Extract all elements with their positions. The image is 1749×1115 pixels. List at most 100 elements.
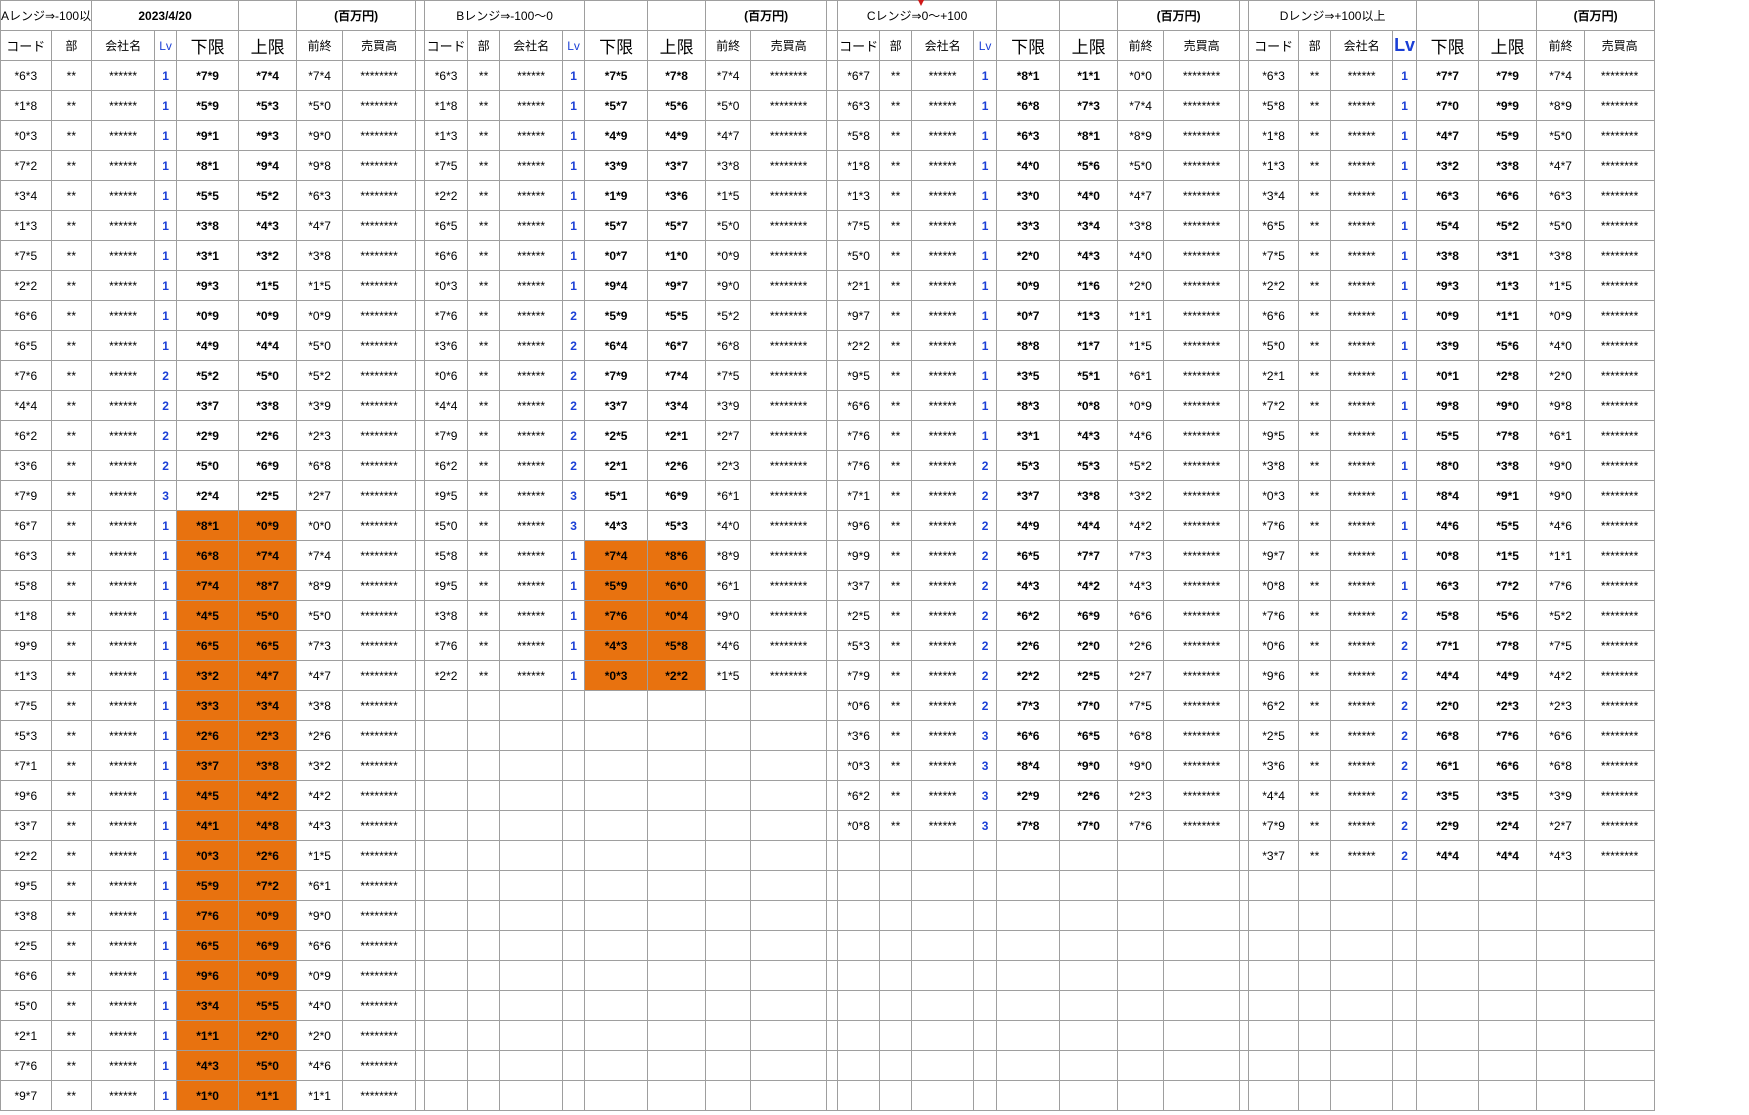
cell-volume[interactable]: ******** [342, 870, 417, 901]
cell-bu[interactable]: ** [467, 300, 501, 331]
cell-bu[interactable]: ** [50, 810, 93, 841]
cell-code[interactable]: *6*3 [0, 540, 52, 571]
cell-name[interactable]: ****** [499, 90, 564, 121]
cell-name[interactable]: ****** [499, 270, 564, 301]
cell-volume[interactable]: ******** [750, 510, 828, 541]
cell-lower[interactable]: *8*0 [1416, 450, 1480, 481]
cell-upper[interactable]: *8*6 [647, 540, 707, 571]
cell-lv[interactable]: 3 [973, 750, 998, 781]
cell-name[interactable]: ****** [91, 420, 156, 451]
cell-prev[interactable]: *1*5 [1536, 270, 1586, 301]
cell-upper[interactable]: *7*8 [1478, 420, 1538, 451]
cell-bu[interactable]: ** [879, 360, 913, 391]
cell-lv[interactable]: 2 [973, 660, 998, 691]
cell-lower[interactable]: *3*2 [176, 660, 240, 691]
cell-lv[interactable]: 1 [154, 750, 178, 781]
cell-lv[interactable]: 1 [973, 360, 998, 391]
cell-code[interactable]: *1*3 [0, 660, 52, 691]
cell-code[interactable]: *7*6 [0, 360, 52, 391]
cell-upper[interactable]: *5*2 [238, 180, 298, 211]
cell-bu[interactable]: ** [50, 690, 93, 721]
header-upper[interactable]: 上限 [1059, 30, 1119, 61]
cell-upper[interactable]: *3*5 [1478, 780, 1538, 811]
cell-upper[interactable]: *9*9 [1478, 90, 1538, 121]
cell-volume[interactable]: ******** [1163, 240, 1241, 271]
cell-lv[interactable]: 1 [154, 1050, 178, 1081]
cell-lower[interactable]: *5*0 [176, 450, 240, 481]
cell-lower[interactable]: *6*5 [176, 930, 240, 961]
cell-bu[interactable]: ** [467, 420, 501, 451]
cell-lv[interactable] [562, 1050, 586, 1081]
cell-volume[interactable] [1163, 960, 1241, 991]
cell-lv[interactable]: 1 [973, 330, 998, 361]
cell-bu[interactable]: ** [50, 390, 93, 421]
cell-upper[interactable]: *5*5 [647, 300, 707, 331]
cell-bu[interactable]: ** [1298, 510, 1332, 541]
cell-upper[interactable] [647, 960, 707, 991]
cell-upper[interactable] [1478, 960, 1538, 991]
cell-lv[interactable]: 1 [1392, 240, 1418, 271]
cell-prev[interactable]: *1*5 [705, 180, 752, 211]
cell-upper[interactable]: *1*1 [238, 1080, 298, 1111]
cell-name[interactable] [1330, 990, 1394, 1021]
cell-code[interactable]: *5*0 [0, 990, 52, 1021]
cell-name[interactable] [911, 1050, 975, 1081]
cell-bu[interactable]: ** [879, 300, 913, 331]
cell-prev[interactable]: *4*0 [1536, 330, 1586, 361]
cell-volume[interactable]: ******** [342, 270, 417, 301]
cell-prev[interactable]: *4*3 [1117, 570, 1165, 601]
cell-lv[interactable]: 1 [154, 270, 178, 301]
cell-prev[interactable]: *2*0 [1117, 270, 1165, 301]
cell-code[interactable]: *3*4 [1248, 180, 1300, 211]
cell-bu[interactable]: ** [50, 330, 93, 361]
cell-name[interactable]: ****** [499, 420, 564, 451]
cell-lv[interactable]: 1 [154, 570, 178, 601]
cell-lv[interactable]: 2 [1392, 810, 1418, 841]
cell-code[interactable]: *9*9 [837, 540, 881, 571]
cell-volume[interactable] [750, 960, 828, 991]
cell-lower[interactable]: *1*1 [176, 1020, 240, 1051]
cell-volume[interactable]: ******** [1163, 570, 1241, 601]
cell-lower[interactable]: *5*7 [584, 90, 649, 121]
cell-upper[interactable]: *6*9 [647, 480, 707, 511]
cell-lower[interactable] [1416, 900, 1480, 931]
cell-bu[interactable]: ** [467, 120, 501, 151]
cell-name[interactable]: ****** [1330, 300, 1394, 331]
cell-prev[interactable] [1536, 1080, 1586, 1111]
cell-name[interactable]: ****** [499, 570, 564, 601]
cell-prev[interactable]: *6*6 [1117, 600, 1165, 631]
cell-upper[interactable]: *4*7 [238, 660, 298, 691]
cell-code[interactable]: *5*3 [837, 630, 881, 661]
cell-bu[interactable]: ** [50, 1050, 93, 1081]
cell-prev[interactable]: *4*7 [1536, 150, 1586, 181]
header-volume[interactable]: 売買高 [1163, 30, 1241, 61]
cell-bu[interactable] [467, 810, 501, 841]
cell-upper[interactable]: *6*7 [647, 330, 707, 361]
cell-lv[interactable]: 2 [562, 360, 586, 391]
cell-lower[interactable]: *6*5 [996, 540, 1061, 571]
cell-lv[interactable]: 2 [973, 450, 998, 481]
cell-code[interactable] [1248, 1050, 1300, 1081]
cell-upper[interactable]: *3*8 [1478, 150, 1538, 181]
header-upper[interactable]: 上限 [1478, 30, 1538, 61]
cell-upper[interactable]: *2*3 [1478, 690, 1538, 721]
cell-lower[interactable]: *5*2 [176, 360, 240, 391]
cell-lower[interactable]: *4*9 [176, 330, 240, 361]
cell-code[interactable]: *9*7 [837, 300, 881, 331]
empty-cell[interactable] [1416, 0, 1480, 31]
cell-code[interactable]: *3*6 [424, 330, 469, 361]
cell-lower[interactable] [1416, 1050, 1480, 1081]
cell-prev[interactable]: *0*9 [296, 960, 344, 991]
cell-code[interactable] [837, 1020, 881, 1051]
header-bu[interactable]: 部 [1298, 30, 1332, 61]
cell-code[interactable]: *3*6 [0, 450, 52, 481]
cell-name[interactable]: ****** [1330, 600, 1394, 631]
cell-name[interactable] [499, 930, 564, 961]
cell-name[interactable] [499, 1050, 564, 1081]
cell-bu[interactable] [467, 1050, 501, 1081]
cell-code[interactable]: *6*2 [837, 780, 881, 811]
cell-prev[interactable]: *5*0 [705, 210, 752, 241]
cell-volume[interactable] [750, 1020, 828, 1051]
cell-lower[interactable] [996, 900, 1061, 931]
cell-name[interactable]: ****** [91, 630, 156, 661]
